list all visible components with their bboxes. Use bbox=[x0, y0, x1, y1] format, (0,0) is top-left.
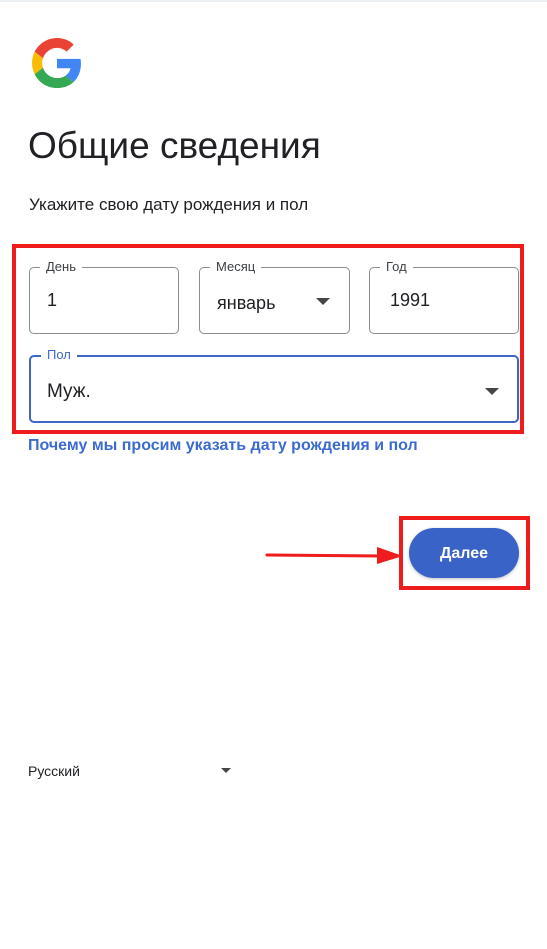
month-select[interactable]: Месяц январь bbox=[199, 258, 350, 334]
year-field[interactable]: Год 1991 bbox=[369, 258, 519, 334]
page-subtitle: Укажите свою дату рождения и пол bbox=[29, 195, 309, 214]
year-value: 1991 bbox=[390, 290, 431, 310]
page-title: Общие сведения bbox=[28, 125, 321, 166]
next-button[interactable]: Далее bbox=[409, 528, 519, 578]
caret-down-icon bbox=[485, 388, 499, 395]
gender-label: Пол bbox=[41, 346, 77, 364]
language-select[interactable]: Русский bbox=[28, 760, 238, 782]
top-divider bbox=[0, 0, 547, 2]
red-arrow-right-icon bbox=[265, 547, 403, 564]
caret-down-icon bbox=[221, 768, 231, 773]
caret-down-icon bbox=[316, 298, 330, 305]
gender-select[interactable]: Пол Муж. bbox=[29, 346, 519, 423]
day-field[interactable]: День 1 bbox=[29, 258, 179, 334]
month-value: январь bbox=[217, 293, 276, 313]
why-birthdate-link[interactable]: Почему мы просим указать дату рождения и… bbox=[28, 436, 418, 456]
gender-value: Муж. bbox=[47, 381, 91, 402]
month-label: Месяц bbox=[210, 258, 262, 276]
language-label: Русский bbox=[28, 763, 80, 779]
day-value: 1 bbox=[47, 290, 58, 310]
google-logo-icon bbox=[32, 38, 81, 88]
day-label: День bbox=[40, 258, 82, 276]
year-label: Год bbox=[380, 258, 413, 276]
